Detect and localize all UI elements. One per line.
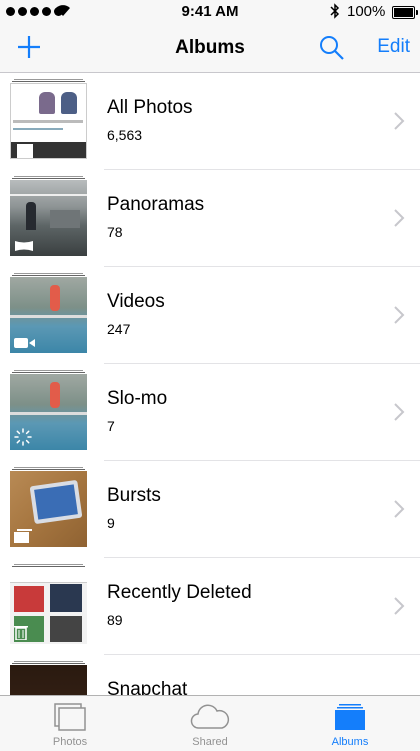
- album-row-all-photos[interactable]: All Photos 6,563: [0, 73, 420, 170]
- album-list: All Photos 6,563 Panoramas 78 Videos 247…: [0, 73, 420, 695]
- album-title: Videos: [107, 291, 165, 312]
- album-row-snapchat[interactable]: Snapchat: [0, 655, 420, 695]
- bluetooth-icon: [330, 3, 340, 19]
- video-camera-icon: [14, 338, 35, 348]
- tab-albums[interactable]: Albums: [280, 696, 420, 751]
- tab-shared[interactable]: Shared: [140, 696, 280, 751]
- album-thumbnail: [10, 176, 87, 256]
- panorama-icon: [15, 241, 33, 251]
- chevron-right-icon: [394, 209, 405, 227]
- burst-icon: [14, 529, 32, 543]
- chevron-right-icon: [394, 597, 405, 615]
- album-row-slo-mo[interactable]: Slo-mo 7: [0, 364, 420, 461]
- tab-bar: Photos Shared Albums: [0, 695, 420, 751]
- album-count: 78: [107, 224, 123, 240]
- album-count: 6,563: [107, 127, 143, 143]
- slo-mo-icon: [14, 428, 32, 446]
- page-title: Albums: [175, 37, 245, 58]
- nav-bar: Albums Edit: [0, 24, 420, 73]
- battery-percent: 100%: [347, 3, 386, 20]
- tab-label: Photos: [52, 736, 88, 748]
- status-bar: 9:41 AM 100%: [0, 0, 420, 24]
- album-row-bursts[interactable]: Bursts 9: [0, 461, 420, 558]
- album-thumbnail: [10, 661, 87, 695]
- album-count: 9: [107, 515, 115, 531]
- album-title: Snapchat: [107, 679, 188, 695]
- album-count: 247: [107, 321, 131, 337]
- chevron-right-icon: [394, 403, 405, 421]
- album-thumbnail: [10, 79, 87, 159]
- album-row-panoramas[interactable]: Panoramas 78: [0, 170, 420, 267]
- album-title: Slo-mo: [107, 388, 168, 409]
- tab-photos[interactable]: Photos: [0, 696, 140, 751]
- albums-tab-icon: [335, 704, 365, 730]
- edit-button[interactable]: Edit: [377, 36, 410, 58]
- album-thumbnail: [10, 467, 87, 547]
- tab-label: Shared: [192, 736, 228, 748]
- album-row-recently-deleted[interactable]: Recently Deleted 89: [0, 558, 420, 655]
- photos-tab-icon: [54, 703, 86, 731]
- album-count: 89: [107, 612, 123, 628]
- album-title: Recently Deleted: [107, 582, 252, 603]
- album-title: All Photos: [107, 97, 193, 118]
- chevron-right-icon: [394, 500, 405, 518]
- album-row-videos[interactable]: Videos 247: [0, 267, 420, 364]
- album-thumbnail: [10, 564, 87, 644]
- search-icon[interactable]: [318, 34, 346, 62]
- battery-icon: [392, 6, 418, 19]
- album-title: Panoramas: [107, 194, 205, 215]
- chevron-right-icon: [394, 112, 405, 130]
- tab-label: Albums: [331, 736, 369, 748]
- album-thumbnail: [10, 370, 87, 450]
- album-count: 7: [107, 418, 115, 434]
- cloud-icon: [190, 704, 230, 729]
- trash-icon: [14, 626, 28, 640]
- album-title: Bursts: [107, 485, 161, 506]
- chevron-right-icon: [394, 306, 405, 324]
- add-album-plus-icon[interactable]: [14, 32, 44, 62]
- album-thumbnail: [10, 273, 87, 353]
